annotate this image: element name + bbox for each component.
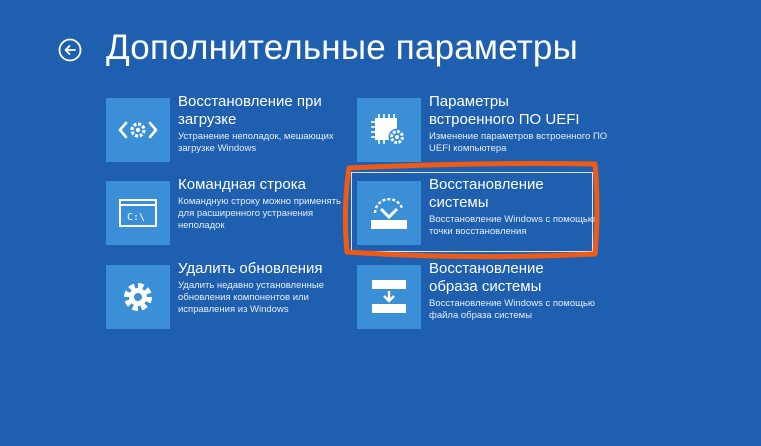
tile-title: Восстановление образа системы bbox=[429, 260, 544, 295]
tile-uninstall-updates[interactable]: Удалить обновления Удалить недавно устан… bbox=[106, 260, 346, 337]
tile-title: Восстановление при загрузке bbox=[178, 93, 322, 128]
command-prompt-text: C:\ bbox=[127, 212, 145, 223]
tile-description: Восстановление Windows с помощью файла о… bbox=[429, 298, 596, 321]
command-prompt-icon: C:\ bbox=[106, 181, 170, 245]
back-arrow-icon bbox=[58, 38, 82, 62]
back-button[interactable] bbox=[58, 38, 82, 62]
tile-title: Командная строка bbox=[178, 176, 306, 193]
tile-description: Изменение параметров встроенного ПО UEFI… bbox=[429, 131, 608, 154]
gear-icon bbox=[106, 265, 170, 329]
startup-repair-icon bbox=[106, 98, 170, 162]
uefi-chip-gear-icon bbox=[357, 98, 421, 162]
system-image-recovery-icon bbox=[357, 265, 421, 329]
tile-description: Командную строку можно применять для рас… bbox=[178, 196, 341, 231]
tile-title: Параметры встроенного ПО UEFI bbox=[429, 93, 580, 128]
page-title: Дополнительные параметры bbox=[106, 28, 578, 67]
highlight-ring-annotation bbox=[342, 161, 600, 260]
tile-title: Удалить обновления bbox=[178, 260, 323, 277]
tile-command-prompt[interactable]: C:\ Командная строка Командную строку мо… bbox=[106, 176, 346, 253]
tile-description: Устранение неполадок, мешающих загрузке … bbox=[178, 131, 334, 154]
tile-startup-repair[interactable]: Восстановление при загрузке Устранение н… bbox=[106, 93, 346, 170]
tile-system-image-recovery[interactable]: Восстановление образа системы Восстановл… bbox=[357, 260, 597, 337]
tile-description: Удалить недавно установленные обновления… bbox=[178, 280, 324, 315]
